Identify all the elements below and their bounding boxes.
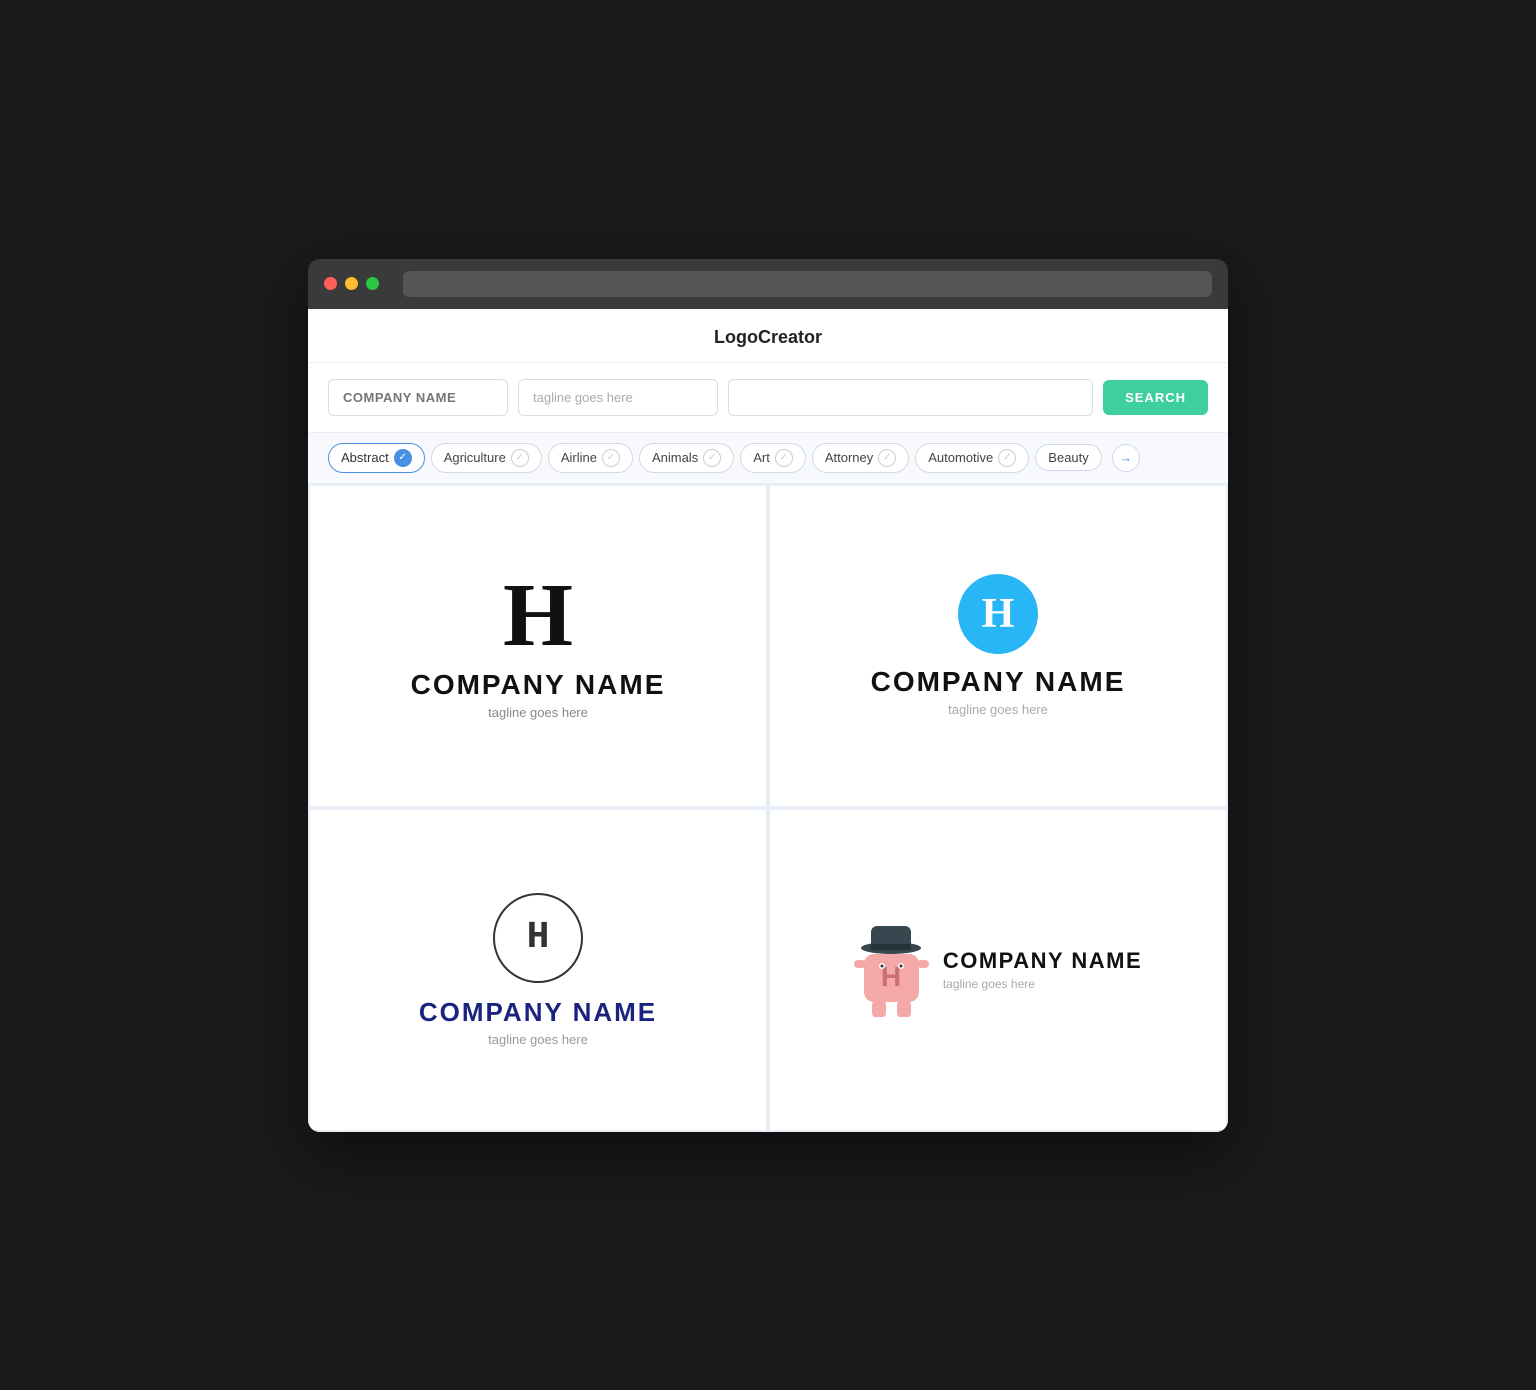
category-chip-animals[interactable]: Animals ✓ [639,443,734,473]
category-chip-attorney[interactable]: Attorney ✓ [812,443,909,473]
check-icon-automotive: ✓ [998,449,1016,467]
check-icon-abstract: ✓ [394,449,412,467]
logo2-company-name: COMPANY NAME [871,666,1126,698]
logo4-company-name: COMPANY NAME [943,948,1142,974]
logo-card-2[interactable]: H COMPANY NAME tagline goes here [770,486,1226,806]
logo4-tagline: tagline goes here [943,977,1142,991]
search-bar: SEARCH [308,363,1228,433]
logo-card-3[interactable]: H COMPANY NAME tagline goes here [310,810,766,1130]
category-label: Art [753,450,770,465]
logo1-company-name: COMPANY NAME [411,669,666,701]
category-label: Attorney [825,450,873,465]
category-label: Agriculture [444,450,506,465]
maximize-button[interactable] [366,277,379,290]
logo-card-4[interactable]: H [770,810,1226,1130]
category-chip-abstract[interactable]: Abstract ✓ [328,443,425,473]
check-icon-attorney: ✓ [878,449,896,467]
category-chip-art[interactable]: Art ✓ [740,443,806,473]
logo3-letter: H [527,916,550,959]
logo1-letter: H [503,571,573,661]
category-chip-airline[interactable]: Airline ✓ [548,443,633,473]
logo3-circle: H [493,893,583,983]
tagline-input[interactable] [518,379,718,416]
check-icon-animals: ✓ [703,449,721,467]
category-next-button[interactable]: → [1112,444,1140,472]
category-chip-agriculture[interactable]: Agriculture ✓ [431,443,542,473]
category-label: Automotive [928,450,993,465]
app-content: LogoCreator SEARCH Abstract ✓ Agricultur… [308,309,1228,1132]
logo-card-1[interactable]: H COMPANY NAME tagline goes here [310,486,766,806]
category-label: Abstract [341,450,389,465]
category-chip-beauty[interactable]: Beauty [1035,444,1101,471]
category-label: Beauty [1048,450,1088,465]
address-bar[interactable] [403,271,1212,297]
app-header: LogoCreator [308,309,1228,363]
logo2-letter: H [982,590,1015,638]
check-icon-airline: ✓ [602,449,620,467]
check-icon-art: ✓ [775,449,793,467]
category-label: Airline [561,450,597,465]
browser-titlebar [308,259,1228,309]
mascot-svg: H [854,922,929,1017]
minimize-button[interactable] [345,277,358,290]
category-label: Animals [652,450,698,465]
logo-grid: H COMPANY NAME tagline goes here H COMPA… [308,484,1228,1132]
logo1-tagline: tagline goes here [488,705,588,720]
logo2-tagline: tagline goes here [948,702,1048,717]
close-button[interactable] [324,277,337,290]
main-search-input[interactable] [728,379,1093,416]
logo3-company-name: COMPANY NAME [419,997,657,1028]
check-icon-agriculture: ✓ [511,449,529,467]
app-title: LogoCreator [714,327,822,347]
category-bar: Abstract ✓ Agriculture ✓ Airline ✓ Anima… [308,433,1228,484]
category-chip-automotive[interactable]: Automotive ✓ [915,443,1029,473]
logo2-circle: H [958,574,1038,654]
logo3-tagline: tagline goes here [488,1032,588,1047]
browser-window: LogoCreator SEARCH Abstract ✓ Agricultur… [308,259,1228,1132]
search-button[interactable]: SEARCH [1103,380,1208,415]
logo4-content: H [854,922,1142,1017]
logo4-text: COMPANY NAME tagline goes here [943,948,1142,991]
company-name-input[interactable] [328,379,508,416]
